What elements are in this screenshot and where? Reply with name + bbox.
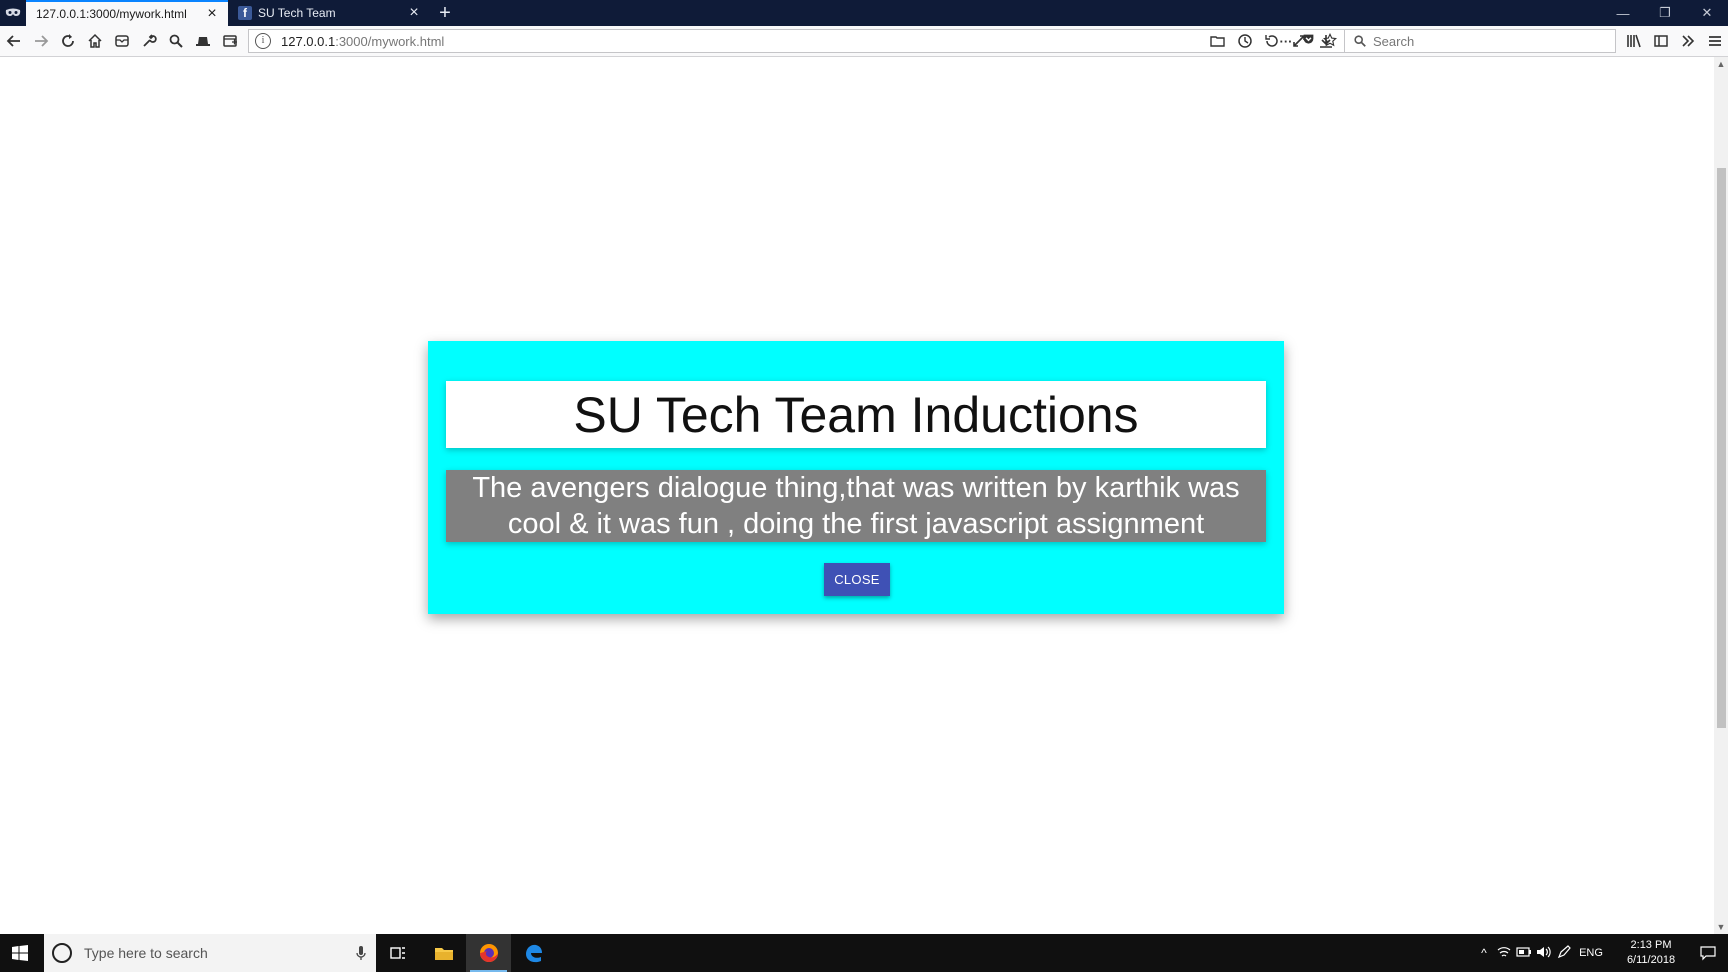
scrollbar-thumb[interactable] xyxy=(1717,168,1726,728)
file-explorer-icon[interactable] xyxy=(421,934,466,972)
battery-icon[interactable] xyxy=(1514,946,1534,960)
tab-title: 127.0.0.1:3000/mywork.html xyxy=(36,7,187,21)
firefox-icon[interactable] xyxy=(466,934,511,972)
language-indicator[interactable]: ENG xyxy=(1574,947,1608,959)
cortana-icon xyxy=(52,943,72,963)
close-button[interactable]: CLOSE xyxy=(824,563,890,596)
action-center-icon[interactable] xyxy=(1688,934,1728,972)
pen-workspace-icon[interactable] xyxy=(1554,944,1574,962)
tab-close-icon[interactable]: × xyxy=(406,5,422,21)
taskbar-search-input[interactable]: Type here to search xyxy=(44,934,376,972)
fullscreen-icon[interactable] xyxy=(1285,27,1312,55)
back-arrow-icon[interactable] xyxy=(0,27,27,55)
site-info-icon[interactable]: i xyxy=(255,33,271,49)
clock-icon[interactable] xyxy=(1231,27,1258,55)
tab-mywork[interactable]: 127.0.0.1:3000/mywork.html × xyxy=(26,0,228,26)
library-icon[interactable] xyxy=(1620,27,1647,55)
minimize-icon[interactable]: — xyxy=(1602,0,1644,26)
private-browsing-icon xyxy=(0,0,26,26)
windows-taskbar: Type here to search ^ ENG 2:13 PM 6/11/2… xyxy=(0,934,1728,972)
scroll-up-icon[interactable]: ▲ xyxy=(1714,57,1728,71)
network-icon[interactable] xyxy=(1494,946,1514,961)
new-tab-button[interactable]: + xyxy=(430,0,460,26)
tab-close-icon[interactable]: × xyxy=(204,6,220,22)
task-view-icon[interactable] xyxy=(376,934,421,972)
system-tray: ^ ENG 2:13 PM 6/11/2018 xyxy=(1474,934,1728,972)
window-controls: — ❐ ✕ xyxy=(1602,0,1728,26)
facebook-favicon-icon: f xyxy=(238,6,252,20)
hat-icon[interactable] xyxy=(189,27,216,55)
wrench-icon[interactable] xyxy=(135,27,162,55)
folder-icon[interactable] xyxy=(1204,27,1231,55)
history-icon[interactable] xyxy=(1258,27,1285,55)
clock-date: 6/11/2018 xyxy=(1626,954,1676,966)
restore-icon[interactable]: ❐ xyxy=(1644,0,1686,26)
mail-icon[interactable] xyxy=(108,27,135,55)
clock[interactable]: 2:13 PM 6/11/2018 xyxy=(1614,938,1688,968)
navigation-toolbar: i 127.0.0.1:3000/mywork.html ··· Search xyxy=(0,26,1728,57)
toolbar-right xyxy=(1620,26,1728,56)
window-close-icon[interactable]: ✕ xyxy=(1686,0,1728,26)
url-path: :3000/mywork.html xyxy=(335,33,445,49)
home-icon[interactable] xyxy=(81,27,108,55)
url-host: 127.0.0.1 xyxy=(281,33,336,49)
modal-message: The avengers dialogue thing,that was wri… xyxy=(446,470,1266,542)
magnifier-icon[interactable] xyxy=(162,27,189,55)
double-chevron-icon[interactable] xyxy=(1674,27,1701,55)
toolbar-extensions xyxy=(1204,26,1339,56)
windows-start-icon[interactable] xyxy=(0,934,40,972)
tab-bar: 127.0.0.1:3000/mywork.html × f SU Tech T… xyxy=(0,0,1728,26)
volume-icon[interactable] xyxy=(1534,946,1554,961)
clock-time: 2:13 PM xyxy=(1630,939,1672,951)
vertical-scrollbar[interactable]: ▲ ▼ xyxy=(1714,57,1728,934)
screenshot-icon[interactable] xyxy=(216,27,243,55)
edge-icon[interactable] xyxy=(511,934,556,972)
download-icon[interactable] xyxy=(1312,27,1339,55)
scroll-down-icon[interactable]: ▼ xyxy=(1714,920,1728,934)
tab-su-tech-team[interactable]: f SU Tech Team × xyxy=(228,0,430,26)
microphone-icon[interactable] xyxy=(356,945,366,961)
reload-icon[interactable] xyxy=(54,27,81,55)
taskbar-search-placeholder: Type here to search xyxy=(84,945,208,961)
url-bar[interactable]: i 127.0.0.1:3000/mywork.html ··· xyxy=(248,29,1346,53)
modal-dialog: SU Tech Team Inductions The avengers dia… xyxy=(428,341,1284,614)
search-icon xyxy=(1354,35,1366,47)
show-hidden-icons-icon[interactable]: ^ xyxy=(1474,946,1494,960)
tab-title: SU Tech Team xyxy=(258,6,336,20)
forward-arrow-icon[interactable] xyxy=(27,27,54,55)
search-placeholder: Search xyxy=(1373,33,1415,49)
sidebar-icon[interactable] xyxy=(1647,27,1674,55)
hamburger-menu-icon[interactable] xyxy=(1701,27,1728,55)
modal-title: SU Tech Team Inductions xyxy=(446,381,1266,448)
search-input[interactable]: Search xyxy=(1344,29,1616,53)
